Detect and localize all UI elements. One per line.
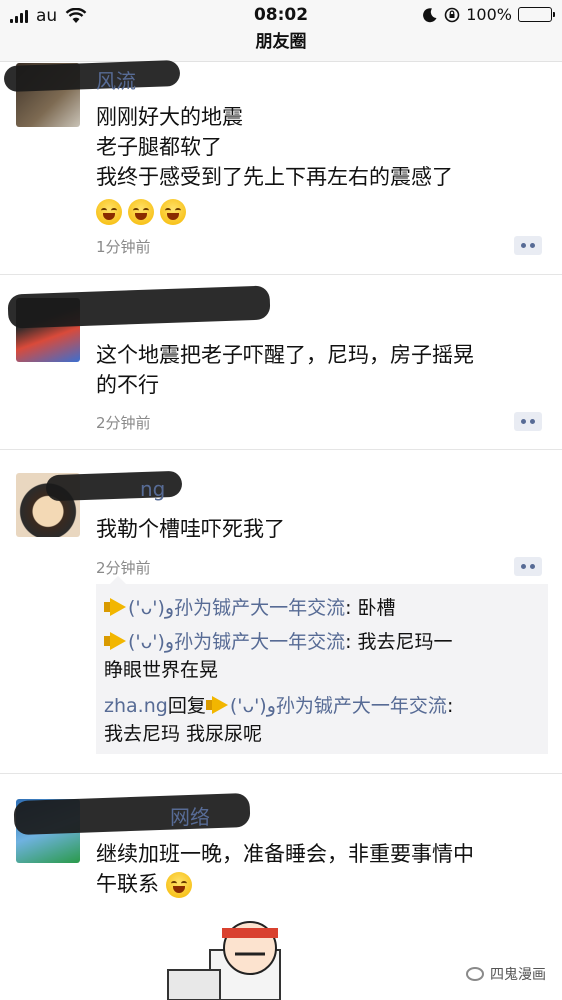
comment-text: 我去尼玛 我尿尿呢 xyxy=(104,723,263,745)
comment-item[interactable]: ('ᴗ')و孙为铖产大一年交流: 卧槽 xyxy=(104,594,544,622)
moment-post: 风流 刚刚好大的地震 老子腿都软了 我终于感受到了先上下再左右的震感了 1分钟前 xyxy=(0,59,562,275)
rotation-lock-icon xyxy=(444,7,460,22)
author-name[interactable]: 风流 xyxy=(96,65,136,94)
laughing-tears-icon xyxy=(128,199,154,225)
post-line: 继续加班一晚，准备睡会，非重要事情中 xyxy=(96,842,474,866)
comment-text: : 卧槽 xyxy=(345,597,396,619)
yawning-face-icon xyxy=(165,872,192,898)
status-bar: au 08:02 100% xyxy=(0,0,562,30)
post-text: 我勒个槽哇吓死我了 xyxy=(96,514,536,544)
comment-text: : 我去尼玛一 xyxy=(345,631,453,653)
moment-post: 这个地震把老子吓醒了，尼玛，房子摇晃 的不行 2分钟前 xyxy=(0,276,562,450)
emoji-row xyxy=(96,196,536,226)
commenter-name[interactable]: ('ᴗ')و孙为铖产大一年交流 xyxy=(128,631,345,653)
post-time: 2分钟前 xyxy=(96,414,151,432)
reply-to-name[interactable]: ('ᴗ')و孙为铖产大一年交流 xyxy=(230,695,447,717)
megaphone-icon xyxy=(205,696,230,714)
comment-item[interactable]: zha.ng回复 ('ᴗ')و孙为铖产大一年交流: 我去尼玛 我尿尿呢 xyxy=(104,692,544,748)
post-line: 午联系 xyxy=(96,869,536,899)
watermark: 四鬼漫画 xyxy=(462,962,550,986)
battery-label: 100% xyxy=(466,5,512,24)
comment-text: 睁眼世界在晃 xyxy=(104,659,219,681)
redaction-scribble xyxy=(13,792,251,836)
wechat-icon xyxy=(466,967,484,981)
comment-item[interactable]: ('ᴗ')و孙为铖产大一年交流: 我去尼玛一睁眼世界在晃 xyxy=(104,628,544,684)
post-line: 的不行 xyxy=(96,373,159,397)
laughing-tears-icon xyxy=(96,199,122,225)
post-time: 1分钟前 xyxy=(96,238,151,256)
post-text: 这个地震把老子吓醒了，尼玛，房子摇晃 的不行 xyxy=(96,340,536,400)
post-line: 这个地震把老子吓醒了，尼玛，房子摇晃 xyxy=(96,343,474,367)
megaphone-icon xyxy=(104,632,128,650)
post-text: 继续加班一晚，准备睡会，非重要事情中 午联系 xyxy=(96,839,536,899)
redaction-scribble xyxy=(7,285,271,329)
post-line: 老子腿都软了 xyxy=(96,135,222,159)
post-line: 我勒个槽哇吓死我了 xyxy=(96,517,285,541)
post-line: 我终于感受到了先上下再左右的震感了 xyxy=(96,165,453,189)
watermark-text: 四鬼漫画 xyxy=(490,967,546,983)
comment-text: : xyxy=(446,695,454,717)
nav-bar: 朋友圈 xyxy=(0,30,562,62)
author-name[interactable]: ng xyxy=(140,477,165,501)
post-text: 刚刚好大的地震 老子腿都软了 我终于感受到了先上下再左右的震感了 xyxy=(96,102,536,226)
cartoon-image[interactable] xyxy=(150,910,320,1000)
post-line: 刚刚好大的地震 xyxy=(96,105,243,129)
post-line-text: 午联系 xyxy=(96,872,159,896)
commenter-name[interactable]: zha.ng xyxy=(104,695,168,717)
laughing-tears-icon xyxy=(160,199,186,225)
megaphone-icon xyxy=(104,598,128,616)
comment-list: ('ᴗ')و孙为铖产大一年交流: 卧槽 ('ᴗ')و孙为铖产大一年交流: 我去尼… xyxy=(96,576,548,754)
reply-label: 回复 xyxy=(167,695,206,717)
post-time: 2分钟前 xyxy=(96,559,151,577)
commenter-name[interactable]: ('ᴗ')و孙为铖产大一年交流 xyxy=(128,597,345,619)
comment-more-button[interactable] xyxy=(514,236,542,255)
page-title: 朋友圈 xyxy=(255,32,307,52)
author-name[interactable]: 网络 xyxy=(170,801,210,830)
status-right: 100% xyxy=(422,5,555,24)
comment-more-button[interactable] xyxy=(514,412,542,431)
battery-icon xyxy=(518,7,555,22)
moon-icon xyxy=(423,7,437,22)
redaction-scribble xyxy=(3,59,181,93)
comment-more-button[interactable] xyxy=(514,557,542,576)
